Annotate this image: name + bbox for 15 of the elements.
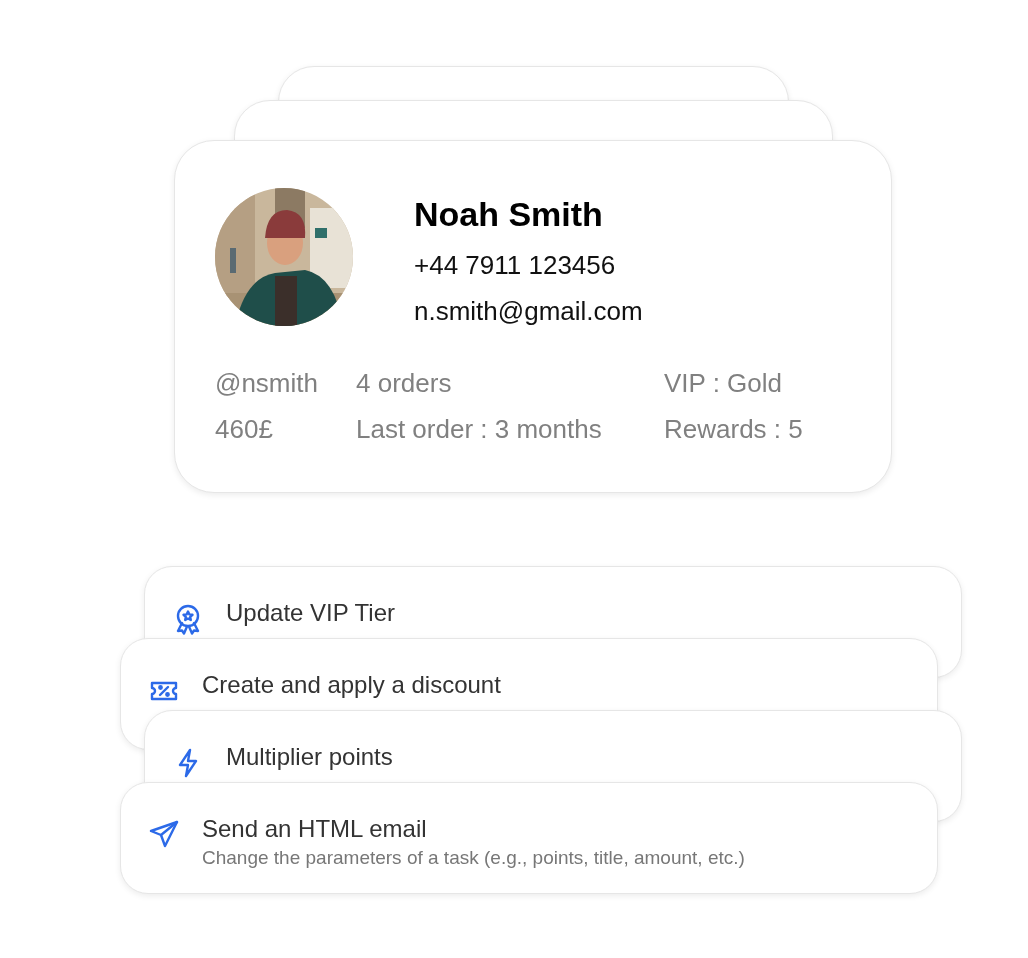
stat-text: 460£ [215,414,274,444]
customer-name: Noah Smith [414,194,604,234]
action-title: Update VIP Tier [226,598,396,628]
action-card[interactable]: Send an HTML email Change the parameters of a task (e.g., points, title, amount, etc.) [120,782,938,894]
stat-text: VIP : Gold [664,368,784,398]
stat-text: Rewards : 5 [664,414,804,444]
action-title: Create and apply a discount [202,670,502,700]
phone-number: +44 7911 123456 [414,250,617,280]
stat-text: @nsmith [215,368,319,398]
action-title: Send an HTML email [202,814,428,844]
action-title: Multiplier points [226,742,394,772]
stat-text: 4 orders [356,368,453,398]
stat-text: Last order : 3 months [356,414,603,444]
email-address: n.smith@gmail.com [414,296,643,326]
action-description: Change the parameters of a task (e.g., points, title, amount, etc.) [202,846,746,870]
